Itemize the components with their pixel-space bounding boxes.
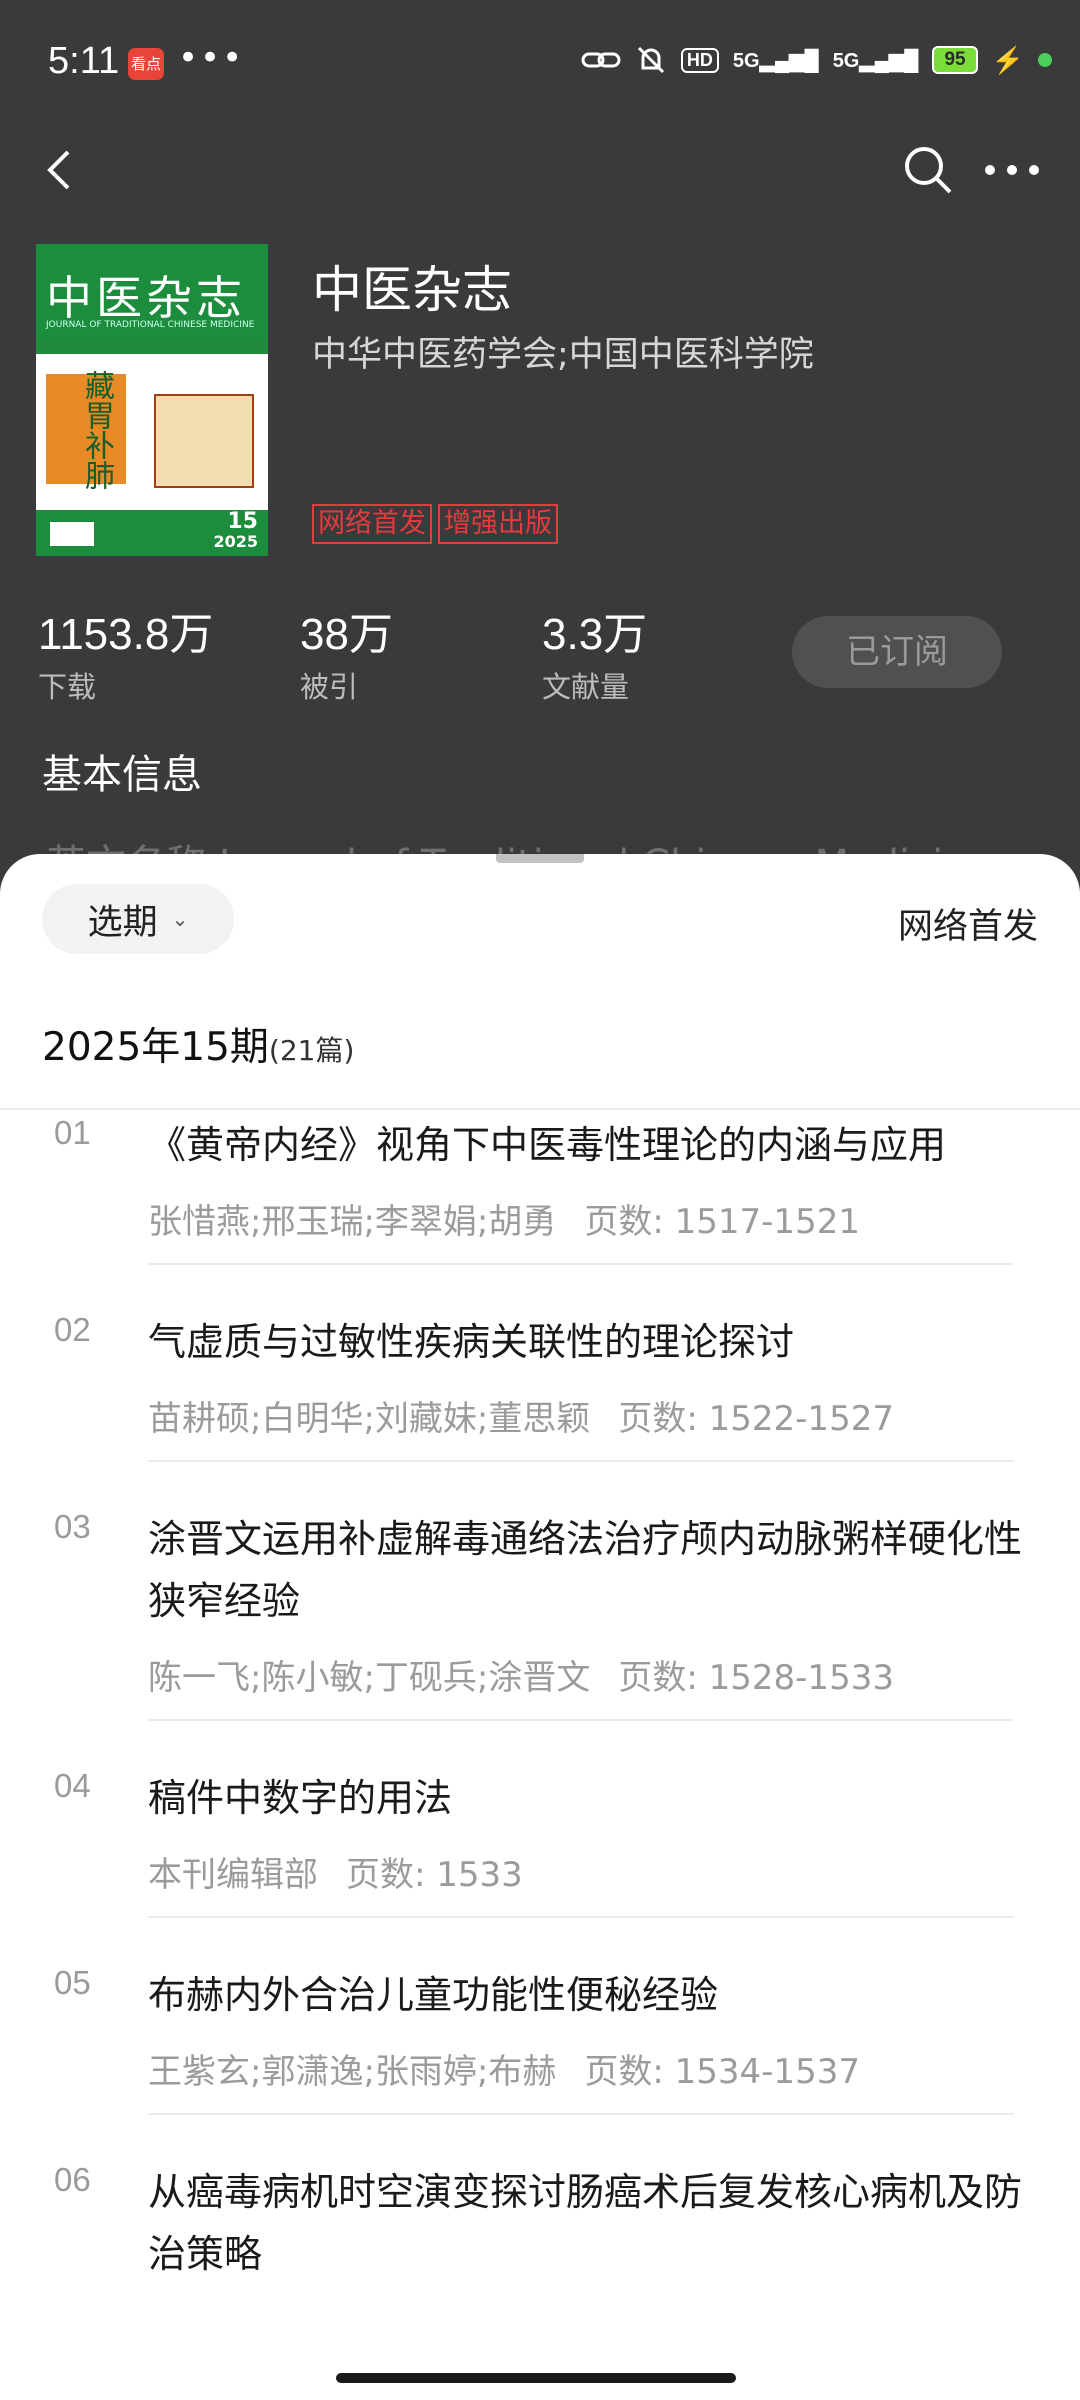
status-icons: HD 5G▂▄▆█ 5G▂▄▆█ 95 ⚡ bbox=[581, 44, 1052, 76]
article-title: 从癌毒病机时空演变探讨肠癌术后复发核心病机及防治策略 bbox=[148, 2170, 1023, 2276]
article-title: 涂晋文运用补虚解毒通络法治疗颅内动脉粥样硬化性狭窄经验 bbox=[148, 1517, 1023, 1623]
chevron-down-icon: ⌄ bbox=[171, 907, 189, 931]
tag-enhanced: 增强出版 bbox=[438, 504, 558, 544]
status-time: 5:11 bbox=[48, 40, 120, 82]
journal-cover: 中医杂志 JOURNAL OF TRADITIONAL CHINESE MEDI… bbox=[36, 244, 268, 556]
article-item[interactable]: 04 稿件中数字的用法 本刊编辑部 页数: 1533 bbox=[0, 1767, 1080, 1918]
mute-bell-icon bbox=[637, 46, 664, 74]
journal-publisher: 中华中医药学会;中国中医科学院 bbox=[312, 335, 814, 375]
battery-icon: 95 bbox=[932, 46, 978, 74]
article-number: 03 bbox=[54, 1508, 91, 1545]
more-notifications-icon: ••• bbox=[178, 38, 245, 78]
drag-handle[interactable] bbox=[496, 854, 584, 863]
article-item[interactable]: 03 涂晋文运用补虚解毒通络法治疗颅内动脉粥样硬化性狭窄经验 陈一飞;陈小敏;丁… bbox=[0, 1508, 1080, 1721]
signal-icon: 5G▂▄▆█ bbox=[732, 49, 819, 72]
search-icon[interactable] bbox=[902, 144, 954, 196]
online-first-link[interactable]: 网络首发 bbox=[898, 898, 1038, 949]
hd-icon: HD bbox=[680, 47, 719, 73]
article-number: 05 bbox=[54, 1964, 91, 2001]
tag-online-first: 网络首发 bbox=[312, 504, 432, 544]
article-item[interactable]: 06 从癌毒病机时空演变探讨肠癌术后复发核心病机及防治策略 bbox=[0, 2161, 1080, 2285]
issue-label: 2025年15期(21篇) bbox=[42, 1025, 355, 1070]
article-title: 气虚质与过敏性疾病关联性的理论探讨 bbox=[148, 1320, 795, 1364]
more-icon[interactable] bbox=[982, 148, 1042, 192]
status-bar: 5:11 看点 ••• HD 5G▂▄▆█ 5G▂▄▆█ 95 ⚡ bbox=[0, 0, 1080, 130]
article-meta: 王紫玄;郭潇逸;张雨婷;布赫 页数: 1534-1537 bbox=[148, 2052, 860, 2092]
article-number: 06 bbox=[54, 2161, 91, 2198]
article-number: 04 bbox=[54, 1767, 91, 1804]
home-indicator[interactable] bbox=[336, 2373, 736, 2383]
article-meta: 陈一飞;陈小敏;丁砚兵;涂晋文 页数: 1528-1533 bbox=[148, 1658, 894, 1698]
article-item[interactable]: 01 《黄帝内经》视角下中医毒性理论的内涵与应用 张惜燕;邢玉瑞;李翠娟;胡勇页… bbox=[0, 1114, 1080, 1265]
divider bbox=[0, 1108, 1080, 1110]
journal-tags: 网络首发 增强出版 bbox=[312, 504, 558, 544]
article-meta: 本刊编辑部 页数: 1533 bbox=[148, 1855, 523, 1895]
article-title: 《黄帝内经》视角下中医毒性理论的内涵与应用 bbox=[148, 1123, 947, 1167]
article-number: 02 bbox=[54, 1311, 91, 1348]
article-title: 稿件中数字的用法 bbox=[148, 1776, 453, 1820]
issue-sheet: 选期 ⌄ 网络首发 2025年15期(21篇) 01 《黄帝内经》视角下中医毒性… bbox=[0, 854, 1080, 2400]
article-item[interactable]: 02 气虚质与过敏性疾病关联性的理论探讨 苗耕硕;白明华;刘藏妹;董思颖 页数: … bbox=[0, 1311, 1080, 1462]
active-dot-icon bbox=[1038, 53, 1052, 67]
stat-documents: 3.3万 文献量 bbox=[542, 610, 648, 704]
link-icon bbox=[581, 52, 621, 68]
signal-icon-2: 5G▂▄▆█ bbox=[832, 49, 919, 72]
select-issue-button[interactable]: 选期 ⌄ bbox=[42, 884, 234, 954]
subscribed-button[interactable]: 已订阅 bbox=[792, 616, 1002, 688]
basic-info-heading: 基本信息 bbox=[42, 752, 202, 798]
article-list: 01 《黄帝内经》视角下中医毒性理论的内涵与应用 张惜燕;邢玉瑞;李翠娟;胡勇页… bbox=[0, 1114, 1080, 2285]
stat-downloads: 1153.8万 下载 bbox=[38, 610, 214, 704]
app-notification-icon: 看点 bbox=[128, 48, 164, 80]
article-meta: 苗耕硕;白明华;刘藏妹;董思颖 页数: 1522-1527 bbox=[148, 1399, 894, 1439]
stat-citations: 38万 被引 bbox=[300, 610, 393, 704]
article-title: 布赫内外合治儿童功能性便秘经验 bbox=[148, 1973, 719, 2017]
journal-title: 中医杂志 bbox=[312, 261, 512, 319]
article-item[interactable]: 05 布赫内外合治儿童功能性便秘经验 王紫玄;郭潇逸;张雨婷;布赫 页数: 153… bbox=[0, 1964, 1080, 2115]
back-icon[interactable] bbox=[40, 144, 80, 196]
article-meta: 张惜燕;邢玉瑞;李翠娟;胡勇 页数: 1517-1521 bbox=[148, 1202, 860, 1242]
charging-icon: ⚡ bbox=[991, 44, 1024, 75]
article-number: 01 bbox=[54, 1114, 91, 1151]
